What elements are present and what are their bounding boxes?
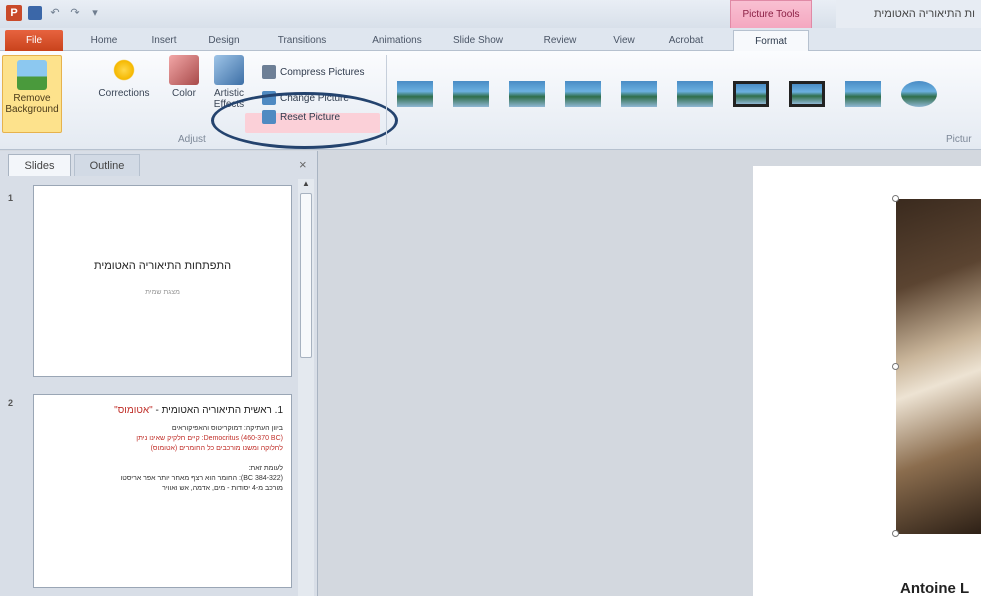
slide-thumbnail-2[interactable]: 1. ראשית התיאוריה האטומית - "אטומוס" ביו… [33, 394, 292, 588]
scroll-up-icon[interactable]: ▲ [300, 179, 312, 191]
pane-scrollbar[interactable]: ▲ [298, 179, 314, 596]
annotation-oval [211, 92, 398, 149]
slide-2-line: לחלוקה ומשנו מורכבים כל החומרים (אטומוס) [150, 445, 283, 452]
picture-styles-group-label: Pictur [946, 134, 972, 145]
picture-style-1[interactable] [394, 77, 436, 111]
scrollbar-thumb[interactable] [300, 193, 312, 358]
picture-style-8[interactable] [786, 77, 828, 111]
resize-handle[interactable] [892, 363, 899, 370]
tab-format[interactable]: Format [733, 30, 809, 51]
current-slide[interactable]: Antoine L [753, 166, 981, 596]
title-bar: P ↶ ↷ ▾ Picture Tools ות התיאוריה האטומי… [0, 0, 981, 28]
picture-style-7[interactable] [730, 77, 772, 111]
tab-acrobat[interactable]: Acrobat [661, 30, 711, 51]
color-icon [169, 55, 199, 85]
remove-background-icon [17, 60, 47, 90]
save-icon[interactable] [28, 6, 42, 20]
slide-number: 1 [8, 193, 14, 203]
powerpoint-app-icon[interactable]: P [6, 5, 22, 21]
picture-style-3[interactable] [506, 77, 548, 111]
slide-2-line: Democritus (460-370 BC): קיים חלקיק שאינ… [136, 435, 283, 442]
picture-style-4[interactable] [562, 77, 604, 111]
slide-2-line: לעומת זאת: [248, 465, 283, 472]
slide-2-spacer [42, 454, 283, 464]
slide-2-content: 1. ראשית התיאוריה האטומית - "אטומוס" ביו… [42, 405, 283, 494]
tab-transitions[interactable]: Transitions [265, 30, 339, 51]
sun-icon [109, 55, 139, 85]
ribbon: Remove Background Corrections Color Arti… [0, 51, 981, 150]
slide-2-title-highlight: "אטומוס" [114, 405, 153, 416]
color-label: Color [172, 88, 196, 99]
picture-style-2[interactable] [450, 77, 492, 111]
window-title: ות התיאוריה האטומית [836, 0, 981, 28]
picture-style-6[interactable] [674, 77, 716, 111]
slide-2-line: (384-322 BC): החומר הוא רצף מאחר יותר אפ… [120, 475, 283, 482]
tab-home[interactable]: Home [84, 30, 124, 51]
adjust-group-label: Adjust [178, 134, 206, 145]
picture-style-5[interactable] [618, 77, 660, 111]
compress-pictures-label: Compress Pictures [280, 66, 365, 78]
tab-review[interactable]: Review [540, 30, 580, 51]
close-icon[interactable]: × [299, 157, 307, 172]
slide-1-subtitle: מצגת שמית [145, 289, 180, 296]
picture-tools-label: Picture Tools [742, 9, 800, 20]
slide-thumbnail-1[interactable]: התפתחות התיאוריה האטומית מצגת שמית [33, 185, 292, 377]
undo-icon[interactable]: ↶ [48, 6, 62, 20]
group-separator [386, 55, 387, 145]
remove-background-label: Remove Background [5, 93, 59, 115]
resize-handle[interactable] [892, 195, 899, 202]
tab-animations[interactable]: Animations [366, 30, 428, 51]
compress-pictures-icon [262, 65, 276, 79]
tab-view[interactable]: View [607, 30, 641, 51]
color-button[interactable]: Color [166, 55, 202, 99]
tab-file[interactable]: File [5, 30, 63, 51]
compress-pictures-button[interactable]: Compress Pictures [262, 65, 364, 79]
slide-2-line: מורכב מ-4 יסודות - מים, אדמה, אש ואוויר [162, 485, 283, 492]
tab-slides[interactable]: Slides [8, 154, 71, 176]
slide-number: 2 [8, 398, 14, 408]
resize-handle[interactable] [892, 530, 899, 537]
slide-2-line: ביוון העתיקה: דמוקריטוס והאפיקוראים [171, 425, 283, 432]
slide-caption: Antoine L [900, 580, 970, 596]
picture-style-9[interactable] [842, 77, 884, 111]
ribbon-tabs: File Home Insert Design Transitions Anim… [0, 28, 981, 51]
tab-outline[interactable]: Outline [74, 154, 140, 176]
corrections-label: Corrections [98, 88, 150, 99]
picture-style-10[interactable] [898, 77, 940, 111]
redo-icon[interactable]: ↷ [68, 6, 82, 20]
slide-2-title: 1. ראשית התיאוריה האטומית - "אטומוס" [42, 405, 283, 416]
slide-2-title-prefix: 1. ראשית התיאוריה האטומית - [152, 405, 283, 416]
picture-tools-context-header: Picture Tools [730, 0, 812, 28]
tab-design[interactable]: Design [203, 30, 245, 51]
window-title-text: ות התיאוריה האטומית [874, 8, 975, 20]
tab-insert[interactable]: Insert [146, 30, 182, 51]
slide-picture[interactable] [896, 199, 981, 534]
slide-1-title: התפתחות התיאוריה האטומית [93, 260, 232, 272]
slides-pane: Slides Outline × 1 התפתחות התיאוריה האטו… [0, 151, 318, 596]
artistic-effects-icon [214, 55, 244, 85]
customize-qat-icon[interactable]: ▾ [88, 6, 102, 20]
slide-editor: Antoine L [319, 151, 981, 596]
quick-access-toolbar: P ↶ ↷ ▾ [6, 5, 102, 21]
picture-styles-gallery [394, 77, 940, 111]
tab-slide-show[interactable]: Slide Show [448, 30, 508, 51]
pane-tabs: Slides Outline × [0, 151, 318, 177]
corrections-button[interactable]: Corrections [94, 55, 154, 99]
remove-background-button[interactable]: Remove Background [2, 55, 62, 133]
